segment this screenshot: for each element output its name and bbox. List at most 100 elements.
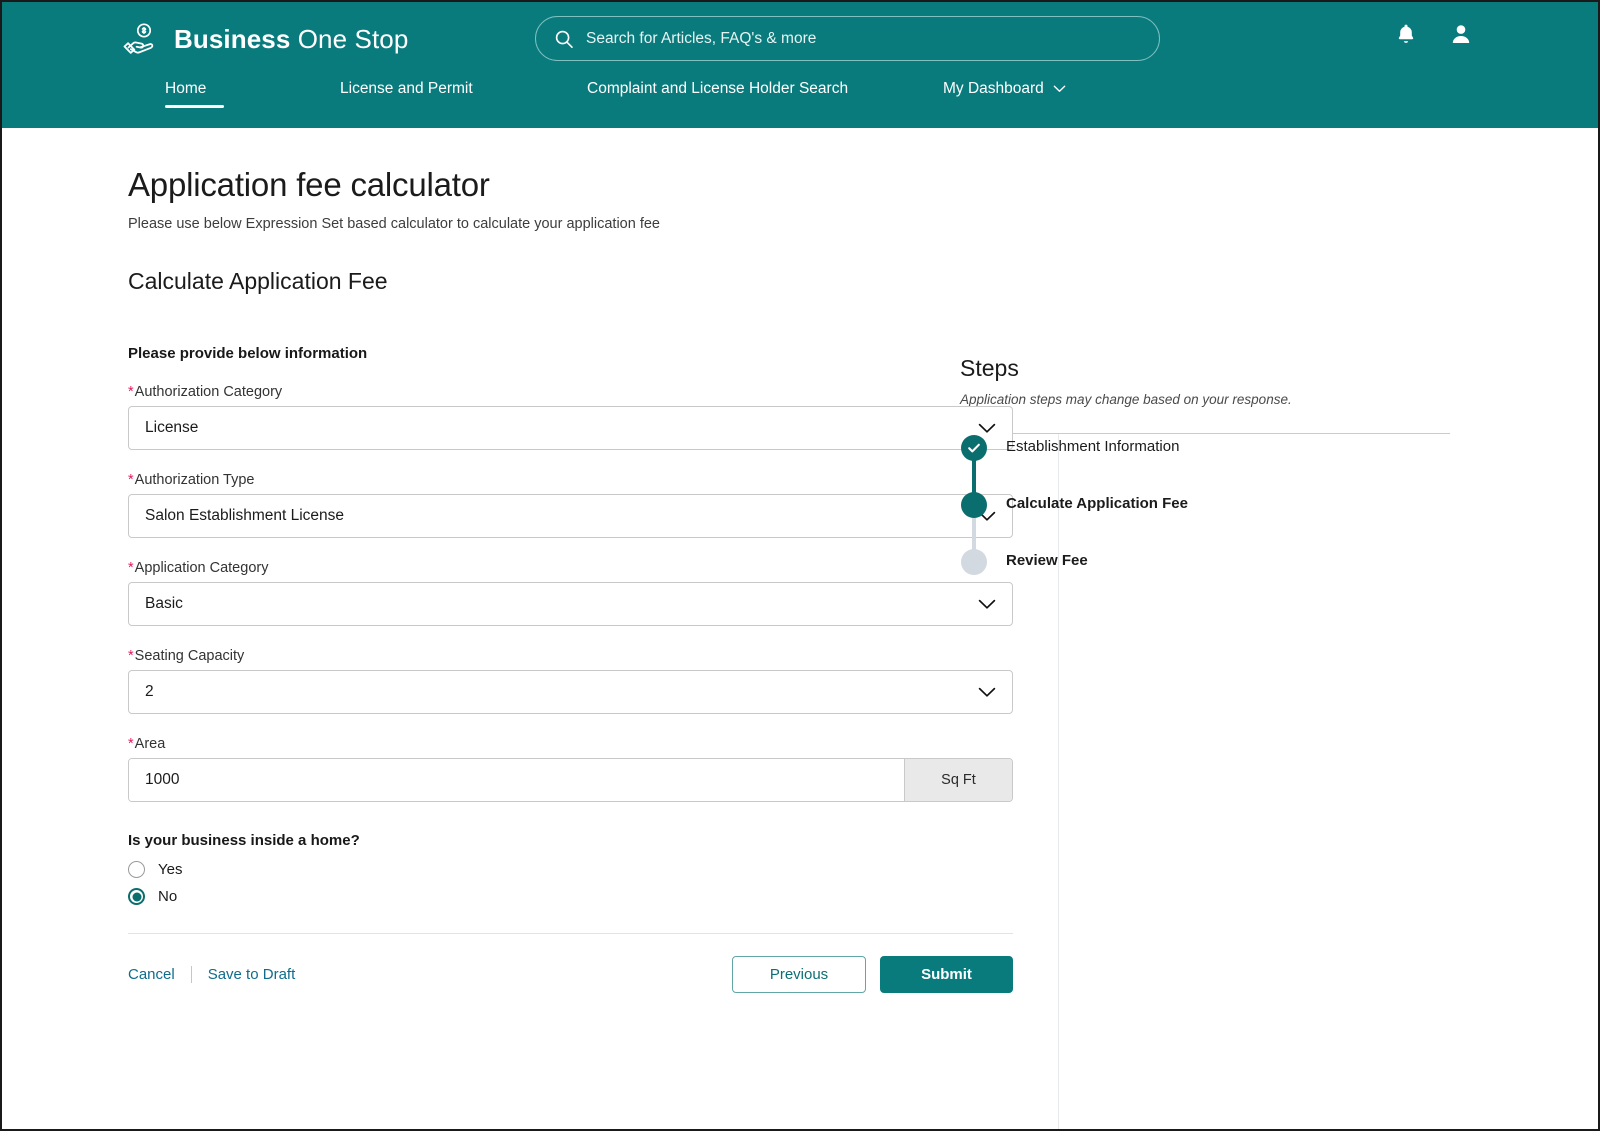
required-asterisk: *: [128, 384, 134, 400]
step-marker: [960, 435, 988, 461]
step-marker: [960, 549, 988, 575]
field-label-text: Seating Capacity: [135, 648, 245, 664]
step-connector-line: [972, 459, 976, 495]
search-input[interactable]: [586, 30, 1141, 48]
user-profile-icon[interactable]: [1449, 22, 1473, 46]
field-label: *Area: [128, 736, 932, 752]
field-label-text: Authorization Type: [135, 472, 255, 488]
nav-item-complaint-label: Complaint and License Holder Search: [587, 80, 848, 98]
app-window: Business One Stop: [0, 0, 1600, 1131]
page-content: Application fee calculator Please use be…: [2, 128, 1598, 993]
field-area: *Area Sq Ft: [128, 736, 932, 802]
step-review-fee[interactable]: Review Fee: [960, 549, 1598, 577]
radio-option-yes-label: Yes: [158, 861, 182, 878]
steps-title: Steps: [960, 355, 1598, 382]
radio-option-yes[interactable]: Yes: [128, 861, 932, 878]
hand-holding-coin-icon: [120, 19, 160, 59]
cancel-button[interactable]: Cancel: [128, 966, 175, 983]
authorization-category-select[interactable]: License: [128, 406, 1013, 450]
seating-capacity-select[interactable]: 2: [128, 670, 1013, 714]
save-to-draft-button[interactable]: Save to Draft: [208, 966, 296, 983]
site-header: Business One Stop: [2, 2, 1598, 128]
step-status-current-icon: [961, 492, 987, 518]
select-value: Salon Establishment License: [145, 507, 978, 525]
radio-option-no-label: No: [158, 888, 177, 905]
required-asterisk: *: [128, 560, 134, 576]
required-asterisk: *: [128, 472, 134, 488]
content-columns: Please provide below information *Author…: [2, 319, 1598, 993]
radio-circle-selected-icon: [128, 888, 145, 905]
nav-item-my-dashboard-label: My Dashboard: [943, 80, 1044, 98]
required-asterisk: *: [128, 736, 134, 752]
form-actions: Cancel Save to Draft Previous Submit: [128, 934, 1013, 993]
field-label-text: Authorization Category: [135, 384, 283, 400]
form-heading: Please provide below information: [128, 345, 932, 362]
brand-logo-link[interactable]: Business One Stop: [120, 19, 408, 59]
field-seating-capacity: *Seating Capacity 2: [128, 648, 932, 714]
steps-list: Establishment Information Calculate Appl…: [960, 435, 1598, 577]
required-asterisk: *: [128, 648, 134, 664]
field-label: *Application Category: [128, 560, 932, 576]
field-authorization-category: *Authorization Category License: [128, 384, 932, 450]
radio-option-no[interactable]: No: [128, 888, 932, 905]
field-application-category: *Application Category Basic: [128, 560, 932, 626]
action-separator: [191, 966, 192, 983]
previous-button[interactable]: Previous: [732, 956, 866, 993]
main-navigation: Home License and Permit Complaint and Li…: [2, 76, 1598, 128]
step-marker: [960, 492, 988, 518]
brand-title: Business One Stop: [174, 24, 408, 55]
page-subtitle: Please use below Expression Set based ca…: [128, 216, 1598, 232]
authorization-type-select[interactable]: Salon Establishment License: [128, 494, 1013, 538]
nav-active-underline: [165, 105, 224, 108]
check-icon: [967, 441, 981, 455]
submit-button[interactable]: Submit: [880, 956, 1013, 993]
radio-circle-icon: [128, 861, 145, 878]
search-icon: [554, 29, 574, 49]
area-unit-addon: Sq Ft: [904, 759, 1012, 801]
area-input[interactable]: [129, 759, 904, 801]
brand-title-bold: Business: [174, 24, 290, 54]
step-status-pending-icon: [961, 549, 987, 575]
field-label: *Seating Capacity: [128, 648, 932, 664]
field-label-text: Area: [135, 736, 166, 752]
header-icon-group: [1394, 22, 1473, 46]
step-label: Review Fee: [1006, 549, 1088, 569]
step-status-complete-icon: [961, 435, 987, 461]
application-category-select[interactable]: Basic: [128, 582, 1013, 626]
nav-item-my-dashboard[interactable]: My Dashboard: [943, 76, 1066, 98]
select-value: License: [145, 419, 978, 437]
step-label: Establishment Information: [1006, 435, 1179, 455]
chevron-down-icon: [1053, 85, 1066, 93]
form-column: Please provide below information *Author…: [2, 345, 932, 993]
nav-item-license-and-permit[interactable]: License and Permit: [340, 76, 587, 98]
field-label: *Authorization Category: [128, 384, 932, 400]
chevron-down-icon: [978, 423, 996, 434]
field-label: *Authorization Type: [128, 472, 932, 488]
page-title: Application fee calculator: [128, 166, 1598, 204]
step-connector-line: [972, 516, 976, 552]
steps-column: Steps Application steps may change based…: [932, 345, 1598, 577]
field-authorization-type: *Authorization Type Salon Establishment …: [128, 472, 932, 538]
field-label-text: Application Category: [135, 560, 269, 576]
nav-item-complaint-and-license-holder-search[interactable]: Complaint and License Holder Search: [587, 76, 943, 98]
global-search[interactable]: [535, 16, 1160, 61]
brand-title-light: One Stop: [290, 24, 408, 54]
select-value: 2: [145, 683, 978, 701]
business-inside-home-group: Is your business inside a home? Yes No: [128, 832, 932, 905]
area-input-group: Sq Ft: [128, 758, 1013, 802]
chevron-down-icon: [978, 599, 996, 610]
step-establishment-information[interactable]: Establishment Information: [960, 435, 1598, 492]
page-header: Application fee calculator Please use be…: [2, 128, 1598, 295]
step-label: Calculate Application Fee: [1006, 492, 1188, 512]
chevron-down-icon: [978, 687, 996, 698]
steps-note: Application steps may change based on yo…: [960, 392, 1598, 407]
notification-bell-icon[interactable]: [1394, 22, 1418, 46]
radio-group-question: Is your business inside a home?: [128, 832, 932, 849]
section-title: Calculate Application Fee: [128, 268, 1598, 295]
header-top-bar: Business One Stop: [2, 2, 1598, 76]
nav-item-home[interactable]: Home: [165, 76, 340, 98]
nav-item-license-and-permit-label: License and Permit: [340, 80, 473, 98]
step-calculate-application-fee[interactable]: Calculate Application Fee: [960, 492, 1598, 549]
select-value: Basic: [145, 595, 978, 613]
nav-item-home-label: Home: [165, 80, 206, 98]
